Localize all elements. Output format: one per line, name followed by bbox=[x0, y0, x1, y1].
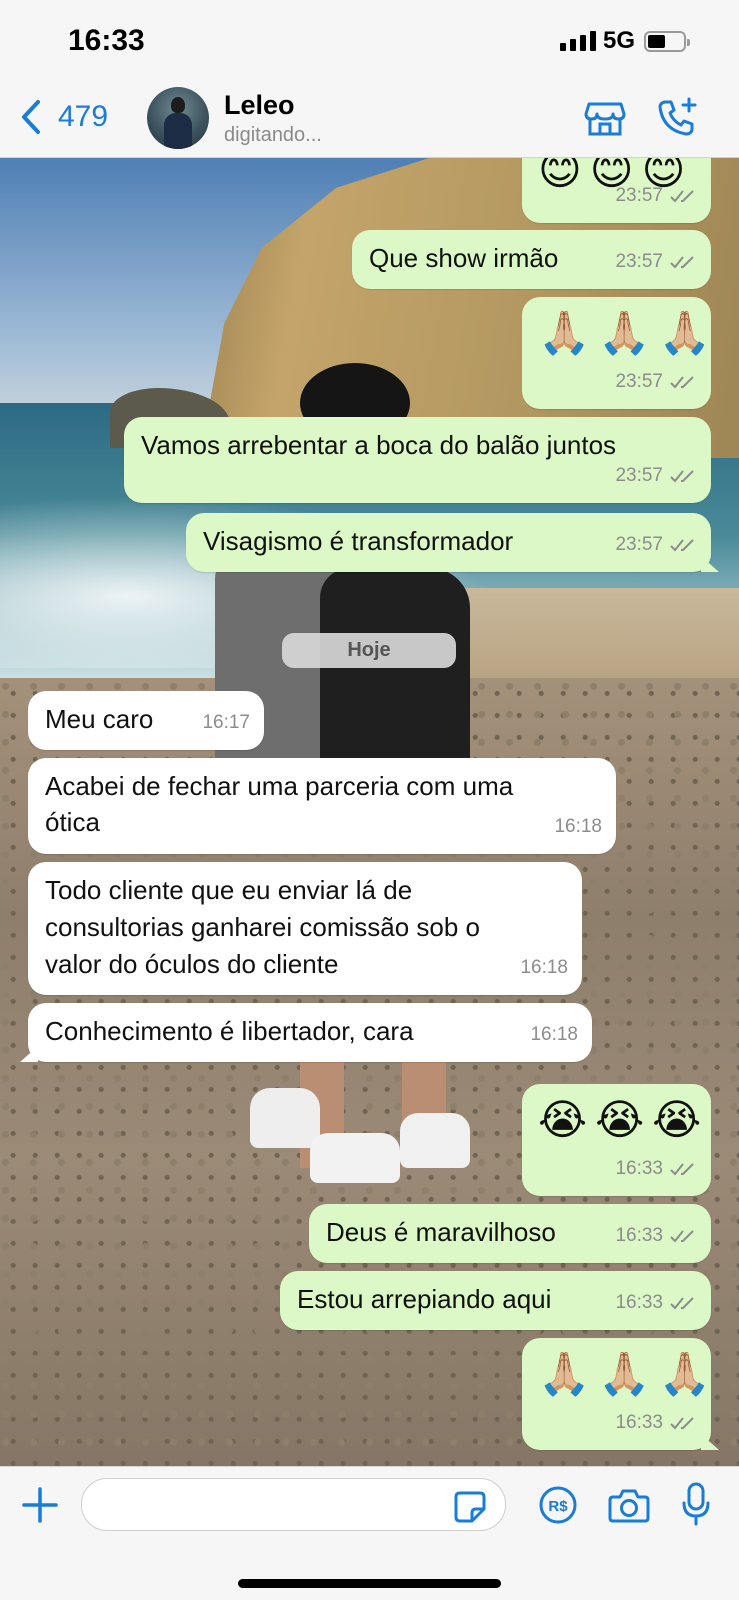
microphone-icon[interactable] bbox=[681, 1481, 711, 1527]
message-text: Conhecimento é libertador, cara bbox=[45, 1016, 414, 1046]
read-check-icon bbox=[670, 469, 694, 482]
read-check-icon bbox=[670, 189, 694, 202]
signal-icon bbox=[560, 31, 596, 51]
call-add-icon[interactable] bbox=[655, 96, 699, 140]
message-time: 16:33 bbox=[615, 1158, 663, 1179]
emoji-glyph: 🙏🏼 bbox=[538, 308, 591, 357]
contact-avatar[interactable] bbox=[147, 87, 209, 149]
message-time: 16:33 bbox=[615, 1412, 663, 1433]
date-separator: Hoje bbox=[282, 633, 456, 668]
message-bubble-incoming[interactable]: Todo cliente que eu enviar lá de consult… bbox=[28, 862, 582, 995]
message-emoji: 🙏🏼 🙏🏼 🙏🏼 bbox=[538, 309, 711, 357]
message-bubble-outgoing[interactable]: 🙏🏼 🙏🏼 🙏🏼 23:57 bbox=[522, 297, 711, 409]
message-time: 23:57 bbox=[615, 251, 663, 272]
message-emoji: 😭 😭 😭 bbox=[538, 1096, 701, 1144]
message-emoji: 🙏🏼 🙏🏼 🙏🏼 bbox=[538, 1350, 711, 1398]
emoji-glyph: 🙏🏼 bbox=[538, 1349, 591, 1398]
camera-icon[interactable] bbox=[607, 1485, 651, 1525]
message-bubble-incoming[interactable]: Meu caro 16:17 bbox=[28, 691, 264, 750]
read-check-icon bbox=[670, 1162, 694, 1175]
message-bubble-outgoing[interactable]: Visagismo é transformador 23:57 bbox=[186, 513, 719, 572]
message-time: 16:18 bbox=[530, 1024, 578, 1045]
message-text: Estou arrepiando aqui bbox=[297, 1284, 552, 1314]
store-icon[interactable] bbox=[583, 96, 627, 140]
message-text: Deus é maravilhoso bbox=[326, 1217, 556, 1247]
back-button[interactable]: 479 bbox=[18, 98, 108, 136]
message-time: 16:17 bbox=[202, 712, 250, 733]
emoji-glyph: 😭 bbox=[652, 1095, 702, 1144]
message-text: Que show irmão bbox=[369, 243, 559, 273]
message-time: 23:57 bbox=[615, 185, 663, 206]
message-time: 23:57 bbox=[615, 371, 663, 392]
read-check-icon bbox=[670, 1416, 694, 1429]
read-check-icon bbox=[670, 1296, 694, 1309]
pix-payment-icon[interactable]: R$ bbox=[538, 1485, 578, 1525]
message-bubble-incoming[interactable]: Conhecimento é libertador, cara 16:18 bbox=[20, 1003, 592, 1062]
message-time: 16:33 bbox=[615, 1292, 663, 1313]
sticker-icon[interactable] bbox=[452, 1489, 488, 1525]
message-text: Meu caro bbox=[45, 704, 154, 734]
message-line: ótica bbox=[45, 807, 100, 837]
message-line: Acabei de fechar uma parceria com uma bbox=[45, 771, 514, 801]
message-bubble-incoming[interactable]: Acabei de fechar uma parceria com uma ót… bbox=[28, 758, 616, 854]
status-bar: 16:33 5G bbox=[0, 0, 739, 80]
message-line: consultorias ganharei comissão sob o bbox=[45, 912, 481, 942]
message-composer: R$ bbox=[0, 1466, 739, 1600]
emoji-glyph: 🙏🏼 bbox=[598, 1349, 651, 1398]
chat-header: 479 Leleo digitando... bbox=[0, 80, 739, 158]
emoji-glyph: 🙏🏼 bbox=[598, 308, 651, 357]
network-type: 5G bbox=[603, 27, 636, 54]
home-indicator bbox=[238, 1579, 501, 1588]
message-bubble-outgoing[interactable]: 😊 😊 😊 23:57 bbox=[522, 158, 711, 223]
message-time: 16:33 bbox=[615, 1225, 663, 1246]
read-check-icon bbox=[670, 375, 694, 388]
message-line: Todo cliente que eu enviar lá de bbox=[45, 875, 413, 905]
emoji-glyph: 🙏🏼 bbox=[658, 308, 711, 357]
emoji-glyph: 😭 bbox=[538, 1095, 588, 1144]
message-input[interactable] bbox=[81, 1478, 506, 1531]
chat-area[interactable]: 😊 😊 😊 23:57 Que show irmão 23:57 🙏🏼 🙏🏼 🙏🏼 23… bbox=[0, 158, 739, 1466]
message-time: 16:18 bbox=[520, 957, 568, 978]
message-text: Visagismo é transformador bbox=[203, 526, 514, 556]
message-bubble-outgoing[interactable]: Que show irmão 23:57 bbox=[352, 230, 711, 289]
contact-name[interactable]: Leleo bbox=[224, 90, 295, 121]
back-chevron-icon bbox=[22, 100, 40, 134]
message-bubble-outgoing[interactable]: 🙏🏼 🙏🏼 🙏🏼 16:33 bbox=[522, 1338, 719, 1450]
read-check-icon bbox=[670, 255, 694, 268]
message-bubble-outgoing[interactable]: Estou arrepiando aqui 16:33 bbox=[280, 1271, 711, 1330]
read-check-icon bbox=[670, 538, 694, 551]
message-bubble-outgoing[interactable]: Vamos arrebentar a boca do balão juntos … bbox=[124, 417, 711, 503]
emoji-glyph: 😊 bbox=[538, 158, 582, 194]
message-bubble-outgoing[interactable]: 😭 😭 😭 16:33 bbox=[522, 1084, 711, 1196]
read-check-icon bbox=[670, 1229, 694, 1242]
message-time: 23:57 bbox=[615, 534, 663, 555]
emoji-glyph: 🙏🏼 bbox=[658, 1349, 711, 1398]
plus-icon[interactable] bbox=[20, 1485, 60, 1525]
message-bubble-outgoing[interactable]: Deus é maravilhoso 16:33 bbox=[309, 1204, 711, 1263]
message-line: valor do óculos do cliente bbox=[45, 949, 339, 979]
emoji-glyph: 😭 bbox=[595, 1095, 645, 1144]
battery-icon bbox=[644, 31, 690, 52]
message-time: 23:57 bbox=[615, 465, 663, 486]
unread-count: 479 bbox=[58, 100, 109, 133]
pay-label: R$ bbox=[548, 1498, 568, 1515]
message-text: Vamos arrebentar a boca do balão juntos bbox=[141, 430, 617, 460]
status-time: 16:33 bbox=[68, 24, 145, 57]
message-time: 16:18 bbox=[554, 816, 602, 837]
typing-status: digitando... bbox=[224, 124, 322, 146]
